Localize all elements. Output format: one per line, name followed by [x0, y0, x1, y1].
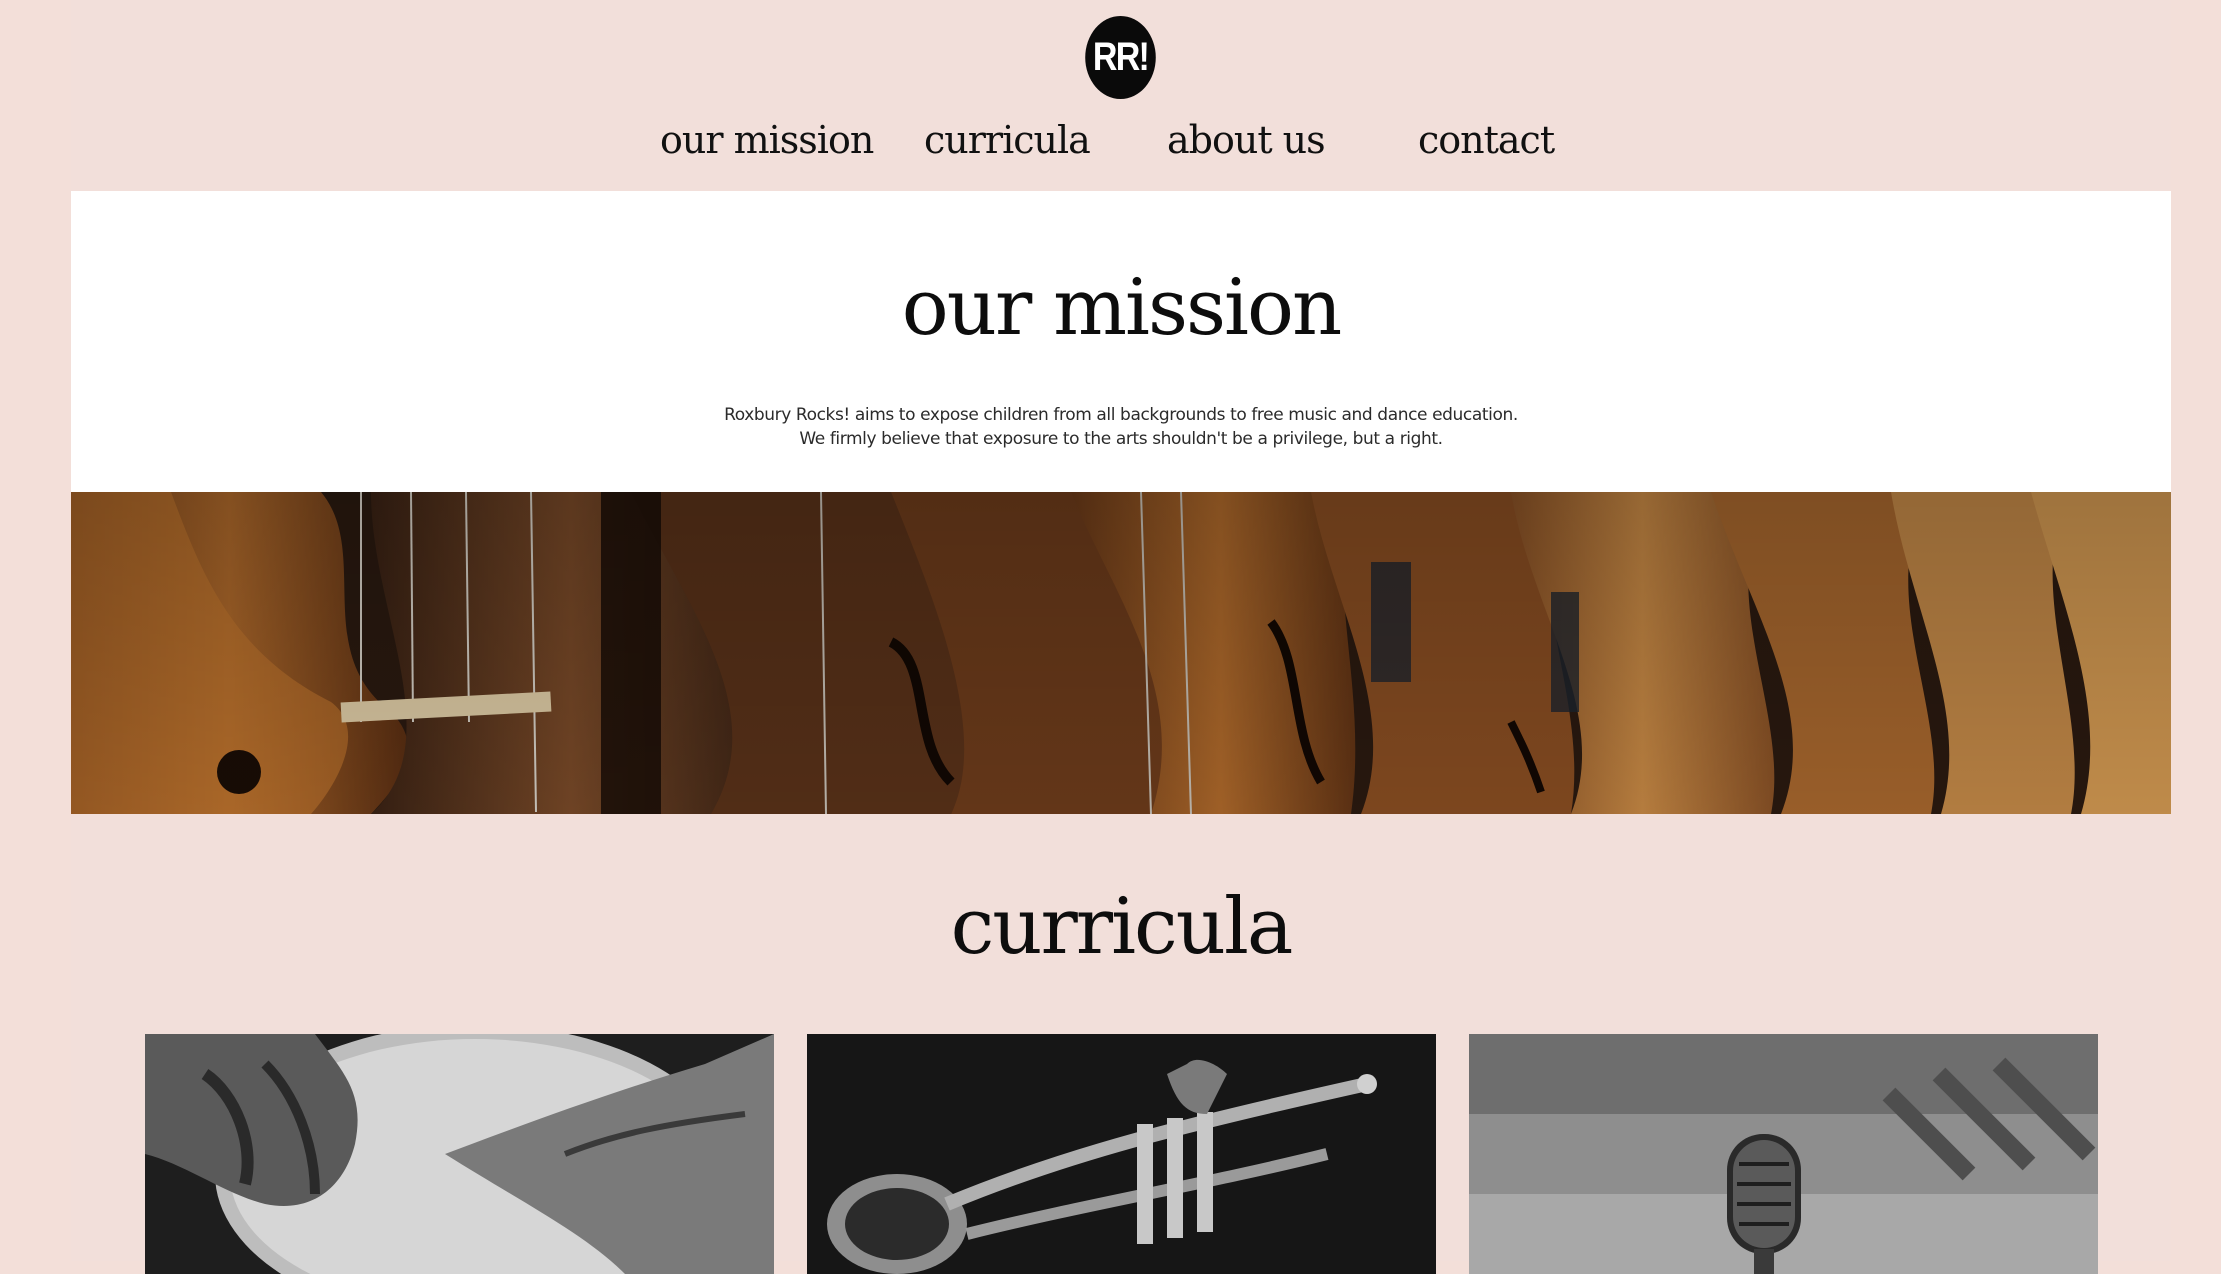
- violins-banner-image: [71, 492, 2171, 814]
- main-nav: our mission curricula about us contact: [71, 118, 2171, 168]
- curricula-section: curricula: [71, 814, 2171, 1274]
- mission-section: our mission Roxbury Rocks! aims to expos…: [71, 191, 2171, 492]
- logo[interactable]: RR!: [1085, 16, 1156, 99]
- drum-hands-image: [145, 1034, 774, 1274]
- violins-illustration: [71, 492, 2171, 814]
- nav-curricula[interactable]: curricula: [924, 118, 1091, 162]
- nav-contact[interactable]: contact: [1418, 118, 1555, 162]
- curriculum-card-microphone[interactable]: [1469, 1034, 2098, 1274]
- mission-title: our mission: [901, 263, 1342, 353]
- curriculum-card-drums[interactable]: [145, 1034, 774, 1274]
- mission-text: Roxbury Rocks! aims to expose children f…: [724, 405, 1518, 449]
- page: RR! our mission curricula about us conta…: [71, 0, 2171, 1274]
- nav-our-mission[interactable]: our mission: [660, 118, 874, 162]
- trumpet-image: [807, 1034, 1436, 1274]
- site-header: RR! our mission curricula about us conta…: [71, 0, 2171, 191]
- microphone-image: [1469, 1034, 2098, 1274]
- nav-about-us[interactable]: about us: [1167, 118, 1326, 162]
- curricula-title: curricula: [950, 882, 1294, 972]
- curriculum-card-trumpet[interactable]: [807, 1034, 1436, 1274]
